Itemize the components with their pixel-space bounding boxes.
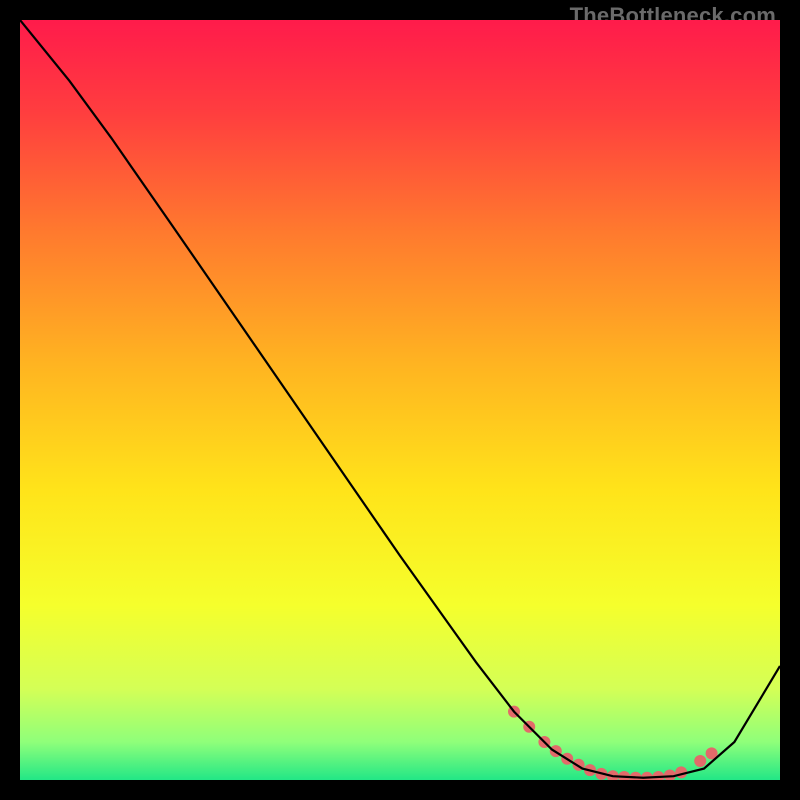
chart-stage: TheBottleneck.com	[0, 0, 800, 800]
curve-layer	[20, 20, 780, 780]
marker-dot	[664, 769, 676, 780]
marker-dot	[630, 772, 642, 780]
bottleneck-curve	[20, 20, 780, 778]
plot-area	[20, 20, 780, 780]
marker-dots	[508, 706, 718, 780]
marker-dot	[652, 771, 664, 780]
marker-dot	[694, 755, 706, 767]
